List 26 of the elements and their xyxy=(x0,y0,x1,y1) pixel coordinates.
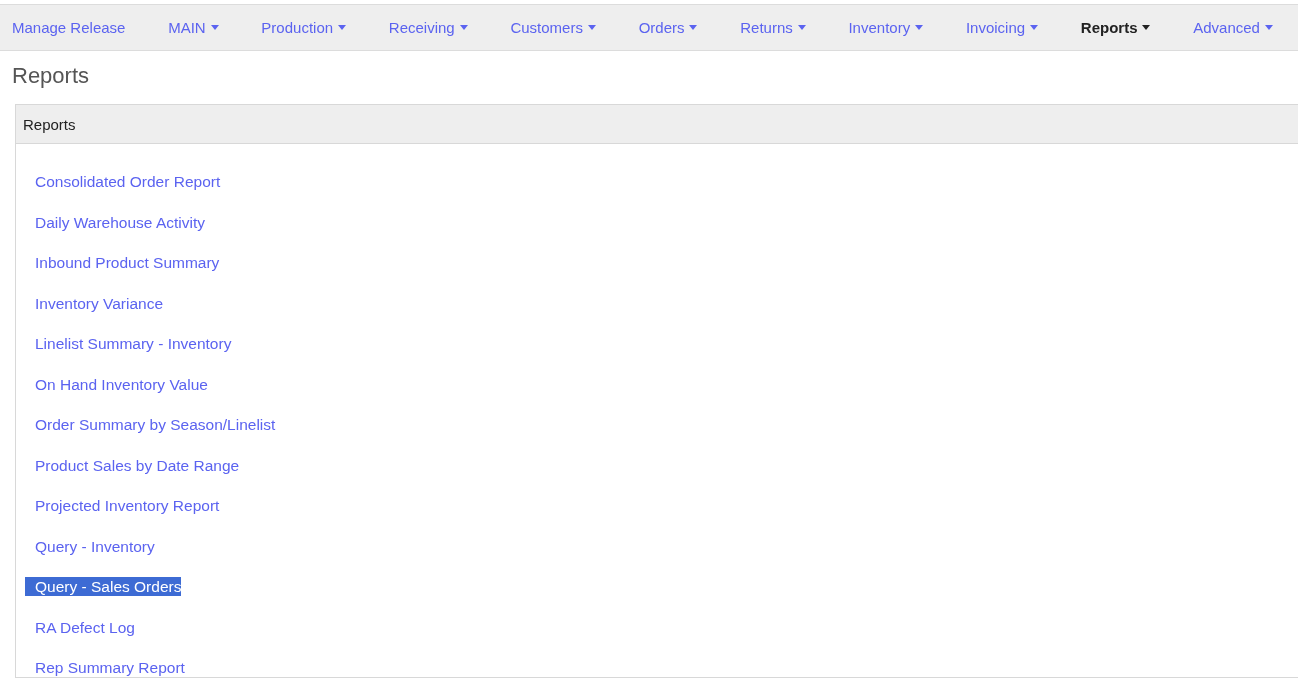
report-link[interactable]: Linelist Summary - Inventory xyxy=(25,334,232,353)
nav-menu-item[interactable]: Advanced xyxy=(1193,19,1273,36)
nav-menu-item[interactable]: Manage Release xyxy=(12,19,126,36)
report-link[interactable]: On Hand Inventory Value xyxy=(25,374,208,394)
report-link[interactable]: Projected Inventory Report xyxy=(25,496,220,515)
nav-menu-item[interactable]: Receiving xyxy=(388,19,468,36)
report-link[interactable]: Consolidated Order Report xyxy=(25,172,221,191)
nav-menu-item[interactable]: Inventory xyxy=(848,19,924,36)
report-link[interactable]: Query - Sales Orders xyxy=(25,577,182,596)
report-link[interactable]: RA Defect Log xyxy=(25,617,135,637)
report-link[interactable]: Order Summary by Season/Linelist xyxy=(25,415,276,434)
page-title: Reports xyxy=(12,63,91,89)
report-link[interactable]: Product Sales by Date Range xyxy=(25,455,240,475)
card-title: Reports xyxy=(23,115,76,133)
report-link[interactable]: Daily Warehouse Activity xyxy=(25,212,205,232)
report-link[interactable]: Query - Inventory xyxy=(25,536,155,556)
nav-menu-item[interactable]: Returns xyxy=(740,19,806,36)
nav-menu-item[interactable]: Orders xyxy=(638,19,698,36)
report-link[interactable]: Rep Summary Report xyxy=(25,658,185,677)
report-link[interactable]: Inbound Product Summary xyxy=(25,253,220,272)
nav-menu-item[interactable]: MAIN xyxy=(168,19,219,36)
nav-menu-item[interactable]: Reports xyxy=(1080,19,1151,36)
nav-menu-item[interactable]: Production xyxy=(261,19,347,36)
report-link[interactable]: Inventory Variance xyxy=(25,293,164,313)
nav-menu-item[interactable]: Invoicing xyxy=(965,19,1039,36)
nav-menu-item[interactable]: Customers xyxy=(510,19,596,36)
